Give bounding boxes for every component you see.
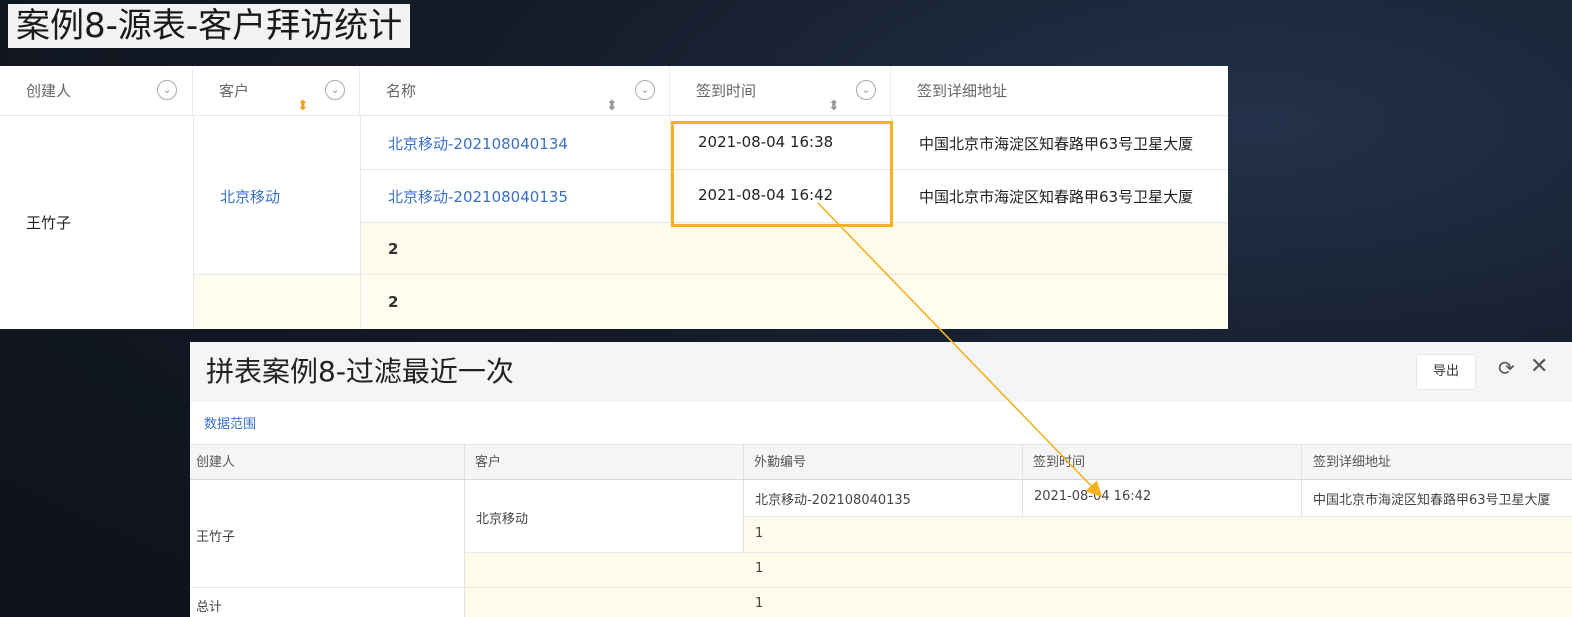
result-panel: 拼表案例8-过滤最近一次 导出 ⟳ ✕ 数据范围 创建人 客户 外勤编号 签到时… bbox=[190, 342, 1572, 617]
header-customer[interactable]: 客户 ⬍ ⌄ bbox=[193, 66, 360, 116]
sign-time-cell: 2021-08-04 16:38 bbox=[698, 133, 834, 151]
header-customer[interactable]: 客户 bbox=[469, 445, 501, 481]
count-cell: 1 bbox=[755, 526, 764, 541]
address-cell: 中国北京市海淀区知春路甲63号卫星大厦 bbox=[919, 135, 1194, 153]
count-cell: 1 bbox=[755, 561, 764, 576]
close-icon[interactable]: ✕ bbox=[1530, 354, 1548, 379]
header-address-label: 签到详细地址 bbox=[917, 82, 1008, 100]
subtotal-count: 2 bbox=[388, 240, 399, 258]
total-label: 总计 bbox=[196, 600, 223, 615]
header-field-id[interactable]: 外勤编号 bbox=[748, 445, 806, 481]
filter-dropdown-icon[interactable]: ⌄ bbox=[325, 80, 345, 100]
header-creator[interactable]: 创建人 bbox=[190, 445, 235, 481]
result-table-header: 创建人 客户 外勤编号 签到时间 签到详细地址 bbox=[190, 444, 1572, 480]
total-row bbox=[193, 275, 1228, 329]
page-title: 案例8-源表-客户拜访统计 bbox=[8, 4, 411, 48]
filter-dropdown-icon[interactable]: ⌄ bbox=[157, 80, 177, 100]
customer-cell: 北京移动 bbox=[476, 512, 529, 527]
refresh-icon[interactable]: ⟳ bbox=[1498, 356, 1515, 380]
header-sign-time-label: 签到时间 bbox=[696, 82, 757, 100]
export-button[interactable]: 导出 bbox=[1416, 354, 1476, 390]
record-name-link[interactable]: 北京移动-202108040134 bbox=[388, 133, 568, 154]
sign-time-cell: 2021-08-04 16:42 bbox=[698, 186, 834, 204]
divider bbox=[1022, 444, 1023, 516]
total-value: 1 bbox=[755, 596, 764, 611]
result-title: 拼表案例8-过滤最近一次 bbox=[206, 355, 514, 388]
header-name-label: 名称 bbox=[386, 82, 417, 100]
total-row bbox=[464, 587, 1572, 617]
divider bbox=[743, 516, 1572, 517]
field-id-cell: 北京移动-202108040135 bbox=[755, 493, 911, 508]
subtotal-row bbox=[360, 222, 1228, 274]
header-creator[interactable]: 创建人 ⌄ bbox=[0, 66, 193, 116]
divider bbox=[360, 222, 1228, 223]
header-address[interactable]: 签到详细地址 bbox=[891, 66, 1228, 116]
header-creator-label: 创建人 bbox=[26, 82, 72, 100]
data-scope-link[interactable]: 数据范围 bbox=[204, 413, 256, 432]
header-address[interactable]: 签到详细地址 bbox=[1307, 445, 1391, 481]
header-name[interactable]: 名称 ⬍ ⌄ bbox=[360, 66, 670, 116]
divider bbox=[190, 587, 1572, 588]
sign-time-cell: 2021-08-04 16:42 bbox=[1034, 489, 1152, 504]
filter-dropdown-icon[interactable]: ⌄ bbox=[856, 80, 876, 100]
divider bbox=[193, 274, 1228, 275]
divider bbox=[743, 444, 744, 552]
source-table: 创建人 ⌄ 客户 ⬍ ⌄ 名称 ⬍ ⌄ 签到时间 ⬍ ⌄ 签到详细地址 王竹子 … bbox=[0, 66, 1228, 329]
count-row bbox=[464, 552, 1572, 587]
address-cell: 中国北京市海淀区知春路甲63号卫星大厦 bbox=[919, 188, 1194, 206]
header-customer-label: 客户 bbox=[219, 82, 250, 100]
customer-link[interactable]: 北京移动 bbox=[220, 186, 280, 207]
count-row bbox=[743, 516, 1572, 552]
total-count: 2 bbox=[388, 293, 399, 311]
creator-cell: 王竹子 bbox=[196, 530, 236, 545]
header-sign-time[interactable]: 签到时间 ⬍ ⌄ bbox=[670, 66, 891, 116]
sort-icon[interactable]: ⬍ bbox=[828, 81, 840, 131]
filter-dropdown-icon[interactable]: ⌄ bbox=[635, 80, 655, 100]
header-sign-time[interactable]: 签到时间 bbox=[1027, 445, 1085, 481]
divider bbox=[360, 169, 1228, 170]
divider bbox=[1301, 444, 1302, 516]
divider bbox=[464, 444, 465, 617]
sort-active-icon[interactable]: ⬍ bbox=[297, 81, 309, 131]
address-cell: 中国北京市海淀区知春路甲63号卫星大厦 bbox=[1313, 493, 1551, 508]
record-name-link[interactable]: 北京移动-202108040135 bbox=[388, 186, 568, 207]
divider bbox=[464, 552, 1572, 553]
sort-icon[interactable]: ⬍ bbox=[606, 81, 618, 131]
creator-cell: 王竹子 bbox=[26, 214, 72, 232]
divider bbox=[193, 116, 194, 329]
source-table-header: 创建人 ⌄ 客户 ⬍ ⌄ 名称 ⬍ ⌄ 签到时间 ⬍ ⌄ 签到详细地址 bbox=[0, 66, 1228, 116]
